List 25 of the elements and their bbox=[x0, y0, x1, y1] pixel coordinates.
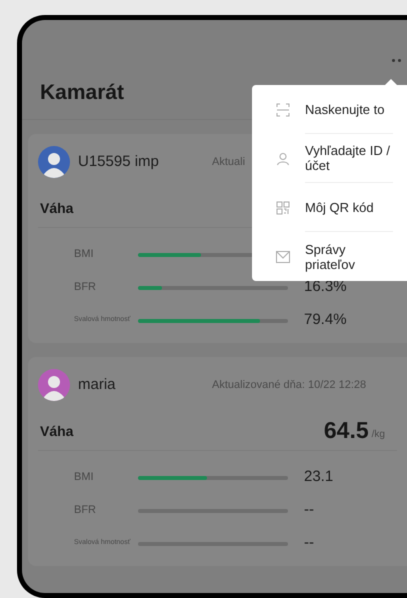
menu-item[interactable]: Môj QR kód bbox=[252, 183, 407, 232]
weight-label: Váha bbox=[40, 422, 74, 441]
page-title: Kamarát bbox=[40, 80, 124, 106]
scan-icon bbox=[276, 102, 290, 116]
weight-value: 64.5 bbox=[324, 419, 369, 442]
more-icon[interactable] bbox=[392, 59, 401, 62]
metric-label: BFR bbox=[73, 280, 97, 296]
menu-item[interactable]: Vyhľadajte ID / účet bbox=[252, 134, 407, 183]
metric-value: -- bbox=[304, 500, 314, 520]
metric-label: BFR bbox=[73, 503, 97, 518]
metric-value: 79.4% bbox=[304, 310, 347, 330]
envelope-icon bbox=[276, 250, 290, 262]
weight-unit: /kg bbox=[372, 428, 385, 442]
updated-time: Aktuali bbox=[212, 154, 246, 170]
person-icon bbox=[276, 152, 290, 166]
metric-value: 23.1 bbox=[304, 467, 334, 488]
weight-label: Váha bbox=[40, 199, 74, 218]
metric-label: BMI bbox=[73, 247, 95, 262]
menu-item[interactable]: Naskenujte to bbox=[252, 85, 407, 134]
updated-time: Aktualizované dňa: 10/22 12:28 bbox=[212, 378, 366, 393]
metric-value: -- bbox=[304, 533, 314, 554]
qr-code-icon bbox=[276, 200, 290, 214]
friend-name: maria bbox=[78, 374, 117, 395]
metric-label: BMI bbox=[73, 470, 95, 486]
friend-name: U15595 imp bbox=[78, 152, 160, 172]
